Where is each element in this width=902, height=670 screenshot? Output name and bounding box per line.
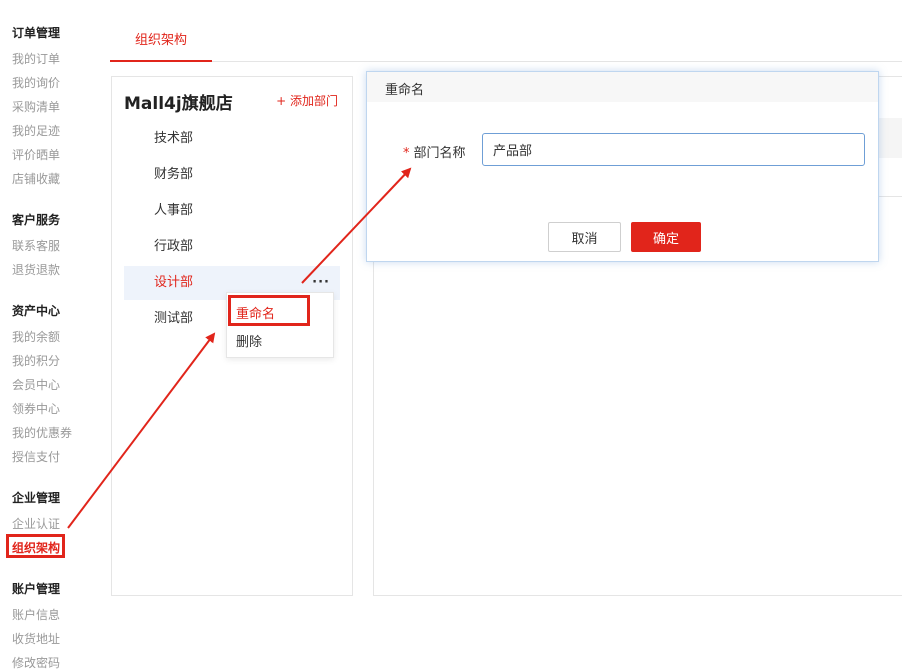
sidebar: 订单管理 我的订单 我的询价 采购清单 我的足迹 评价晒单 店铺收藏 客户服务 … [0, 0, 80, 670]
confirm-button[interactable]: 确定 [631, 222, 701, 252]
store-name: Mall4j旗舰店 [124, 94, 233, 114]
department-item[interactable]: 财务部 [124, 158, 340, 192]
department-item[interactable]: 技术部 [124, 122, 340, 156]
sidebar-item-my-coupons[interactable]: 我的优惠券 [12, 424, 72, 441]
department-name-label: * 部门名称 [403, 142, 466, 161]
sidebar-item-addresses[interactable]: 收货地址 [12, 630, 60, 647]
highlight-box-rename [228, 295, 310, 326]
department-name-input[interactable] [482, 133, 865, 166]
sidebar-item-returns[interactable]: 退货退款 [12, 261, 60, 278]
menu-item-delete[interactable]: 删除 [236, 331, 262, 350]
group-title-enterprise: 企业管理 [12, 491, 61, 505]
sidebar-item-credit-pay[interactable]: 授信支付 [12, 448, 60, 465]
sidebar-item-account-info[interactable]: 账户信息 [12, 606, 60, 623]
content-header-strip [878, 118, 902, 158]
sidebar-item-my-inquiry[interactable]: 我的询价 [12, 74, 60, 91]
group-title-orders: 订单管理 [12, 26, 61, 40]
tab-bar: 组织架构 [110, 22, 902, 62]
department-item[interactable]: 行政部 [124, 230, 340, 264]
field-label-text: 部门名称 [413, 146, 466, 161]
highlight-box-sidebar [6, 534, 65, 558]
sidebar-item-coupon-center[interactable]: 领券中心 [12, 400, 60, 417]
department-item-label: 设计部 [154, 275, 194, 290]
sidebar-item-points[interactable]: 我的积分 [12, 352, 60, 369]
tab-org-structure[interactable]: 组织架构 [110, 22, 212, 62]
sidebar-item-enterprise-auth[interactable]: 企业认证 [12, 515, 60, 532]
group-title-account: 账户管理 [12, 582, 61, 596]
add-department-button[interactable]: + 添加部门 [276, 92, 338, 109]
sidebar-item-store-favorites[interactable]: 店铺收藏 [12, 170, 60, 187]
sidebar-item-purchase-list[interactable]: 采购清单 [12, 98, 60, 115]
required-mark: * [403, 146, 410, 161]
dialog-header: 重命名 [367, 72, 878, 102]
sidebar-item-contact-service[interactable]: 联系客服 [12, 237, 60, 254]
group-title-customer-service: 客户服务 [12, 213, 61, 227]
department-item[interactable]: 人事部 [124, 194, 340, 228]
content-divider [878, 196, 902, 197]
sidebar-item-reviews[interactable]: 评价晒单 [12, 146, 60, 163]
rename-dialog: 重命名 *部门名称 取消 确定 [366, 71, 879, 262]
sidebar-item-my-orders[interactable]: 我的订单 [12, 50, 60, 67]
group-title-assets: 资产中心 [12, 304, 61, 318]
sidebar-item-membership[interactable]: 会员中心 [12, 376, 60, 393]
sidebar-item-change-password[interactable]: 修改密码 [12, 654, 60, 670]
cancel-button[interactable]: 取消 [548, 222, 621, 252]
sidebar-item-my-footprint[interactable]: 我的足迹 [12, 122, 60, 139]
dialog-title: 重命名 [385, 83, 425, 98]
sidebar-item-balance[interactable]: 我的余额 [12, 328, 60, 345]
